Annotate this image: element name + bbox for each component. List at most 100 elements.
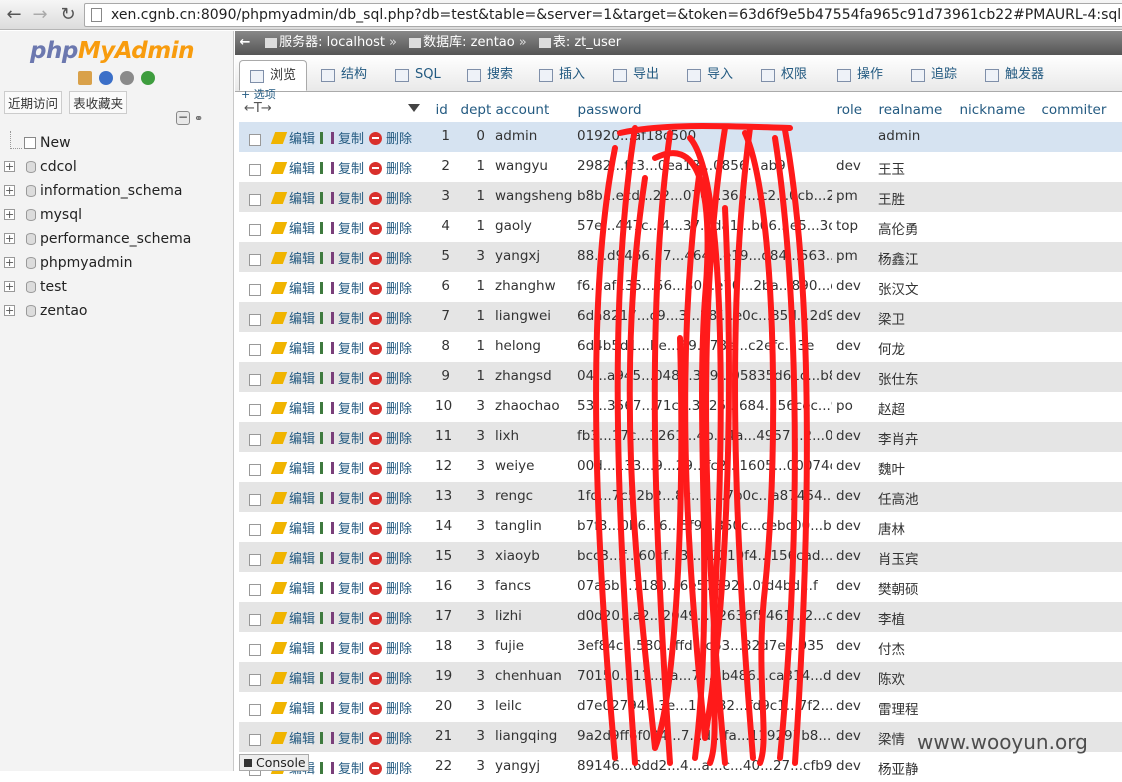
row-checkbox[interactable] xyxy=(249,164,261,176)
edit-button[interactable]: 编辑 xyxy=(270,518,315,537)
copy-button[interactable]: 复制 xyxy=(320,608,364,627)
cell-password[interactable]: 88...d9466...7...464...e19...d84...563..… xyxy=(573,242,832,272)
copy-button[interactable]: 复制 xyxy=(320,518,364,537)
cell-role[interactable]: dev xyxy=(832,452,874,482)
cell-commiter[interactable] xyxy=(1037,692,1122,722)
copy-button[interactable]: 复制 xyxy=(320,128,364,147)
cell-role[interactable]: dev xyxy=(832,422,874,452)
cell-dept[interactable]: 3 xyxy=(456,482,491,512)
cell-role[interactable]: dev xyxy=(832,512,874,542)
cell-nickname[interactable] xyxy=(955,452,1037,482)
sort-dropdown-icon[interactable] xyxy=(408,104,420,112)
edit-button[interactable]: 编辑 xyxy=(270,248,315,267)
favorites-tab[interactable]: 表收藏夹 xyxy=(69,91,128,114)
edit-button[interactable]: 编辑 xyxy=(270,638,315,657)
cell-role[interactable]: pm xyxy=(832,182,874,212)
cell-id[interactable]: 19 xyxy=(431,662,456,692)
cell-password[interactable]: 89146...6dd2...4...a...c...40...27...cfb… xyxy=(573,752,832,782)
cell-realname[interactable]: 高伦勇 xyxy=(874,212,955,242)
copy-button[interactable]: 复制 xyxy=(320,188,364,207)
cell-realname[interactable]: 魏叶 xyxy=(874,452,955,482)
delete-button[interactable]: 删除 xyxy=(369,488,412,507)
cell-password[interactable]: bcc3...f...60cf...3...40219f4...156cad..… xyxy=(573,542,832,572)
cell-role[interactable]: dev xyxy=(832,302,874,332)
cell-role[interactable]: dev xyxy=(832,542,874,572)
cell-id[interactable]: 21 xyxy=(431,722,456,752)
column-header-nickname[interactable]: nickname xyxy=(955,98,1038,122)
delete-button[interactable]: 删除 xyxy=(369,458,412,477)
cell-account[interactable]: fujie xyxy=(491,632,573,662)
cell-id[interactable]: 22 xyxy=(431,752,456,782)
cell-role[interactable]: dev xyxy=(832,332,874,362)
cell-id[interactable]: 14 xyxy=(431,512,456,542)
edit-button[interactable]: 编辑 xyxy=(270,188,315,207)
cell-id[interactable]: 20 xyxy=(431,692,456,722)
recent-tab[interactable]: 近期访问 xyxy=(4,91,63,114)
cell-realname[interactable]: 王胜 xyxy=(874,182,955,212)
expand-icon[interactable]: + xyxy=(4,257,15,268)
cell-id[interactable]: 2 xyxy=(431,152,456,182)
cell-dept[interactable]: 1 xyxy=(456,272,491,302)
edit-button[interactable]: 编辑 xyxy=(270,338,315,357)
edit-button[interactable]: 编辑 xyxy=(270,548,315,567)
copy-button[interactable]: 复制 xyxy=(320,578,364,597)
cell-role[interactable]: dev xyxy=(832,752,874,782)
cell-account[interactable]: zhangsd xyxy=(491,362,573,392)
delete-button[interactable]: 删除 xyxy=(369,218,412,237)
cell-id[interactable]: 13 xyxy=(431,482,456,512)
tree-item-db[interactable]: + cdcol xyxy=(0,155,234,179)
cell-id[interactable]: 7 xyxy=(431,302,456,332)
edit-button[interactable]: 编辑 xyxy=(270,698,315,717)
cell-dept[interactable]: 1 xyxy=(456,182,491,212)
edit-button[interactable]: 编辑 xyxy=(270,398,315,417)
row-checkbox[interactable] xyxy=(249,674,261,686)
back-arrow-icon[interactable]: ← xyxy=(2,3,26,27)
cell-id[interactable]: 18 xyxy=(431,632,456,662)
cell-nickname[interactable] xyxy=(955,692,1037,722)
row-checkbox[interactable] xyxy=(249,374,261,386)
tree-item-db[interactable]: + test xyxy=(0,275,234,299)
cell-commiter[interactable] xyxy=(1037,482,1122,512)
tab-export[interactable]: 导出 xyxy=(603,60,659,91)
cell-password[interactable]: f6...af135...56...30...e70...2ba...890..… xyxy=(573,272,832,302)
copy-button[interactable]: 复制 xyxy=(320,338,364,357)
forward-arrow-icon[interactable]: → xyxy=(28,3,52,27)
cell-dept[interactable]: 3 xyxy=(456,602,491,632)
copy-button[interactable]: 复制 xyxy=(320,158,364,177)
reload-icon[interactable]: ↻ xyxy=(56,3,80,27)
cell-id[interactable]: 4 xyxy=(431,212,456,242)
cell-commiter[interactable] xyxy=(1037,392,1122,422)
cell-account[interactable]: yangxj xyxy=(491,242,573,272)
delete-button[interactable]: 删除 xyxy=(369,308,412,327)
cell-commiter[interactable] xyxy=(1037,452,1122,482)
cell-commiter[interactable] xyxy=(1037,602,1122,632)
cell-dept[interactable]: 3 xyxy=(456,512,491,542)
copy-button[interactable]: 复制 xyxy=(320,428,364,447)
edit-button[interactable]: 编辑 xyxy=(270,278,315,297)
row-checkbox[interactable] xyxy=(249,314,261,326)
column-header-account[interactable]: account xyxy=(491,98,574,122)
docs-icon[interactable] xyxy=(120,70,135,85)
copy-button[interactable]: 复制 xyxy=(320,308,364,327)
cell-realname[interactable]: 杨鑫江 xyxy=(874,242,955,272)
cell-realname[interactable]: 王玉 xyxy=(874,152,955,182)
expand-icon[interactable]: + xyxy=(4,185,15,196)
cell-account[interactable]: yangyj xyxy=(491,752,573,782)
copy-button[interactable]: 复制 xyxy=(320,398,364,417)
cell-realname[interactable]: 李植 xyxy=(874,602,955,632)
row-checkbox[interactable] xyxy=(249,554,261,566)
cell-role[interactable]: dev xyxy=(832,572,874,602)
delete-button[interactable]: 删除 xyxy=(369,638,412,657)
row-checkbox[interactable] xyxy=(249,464,261,476)
cell-nickname[interactable] xyxy=(955,392,1037,422)
column-header-role[interactable]: role xyxy=(832,98,875,122)
cell-password[interactable]: d0d20...a2...2049...72636f5461...2...c xyxy=(573,602,832,632)
tree-item-db[interactable]: + phpmyadmin xyxy=(0,251,234,275)
cell-realname[interactable]: 付杰 xyxy=(874,632,955,662)
edit-button[interactable]: 编辑 xyxy=(270,128,315,147)
edit-button[interactable]: 编辑 xyxy=(270,668,315,687)
edit-button[interactable]: 编辑 xyxy=(270,158,315,177)
cell-commiter[interactable] xyxy=(1037,152,1122,182)
cell-account[interactable]: wangyu xyxy=(491,152,573,182)
edit-button[interactable]: 编辑 xyxy=(270,428,315,447)
